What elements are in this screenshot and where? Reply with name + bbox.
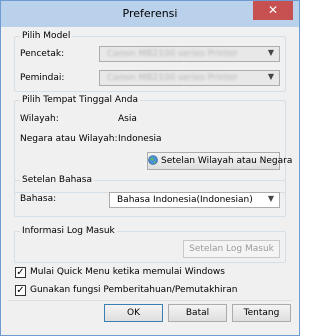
globe-icon	[148, 155, 158, 165]
cancel-button[interactable]: Batal	[168, 304, 227, 322]
notification-checkbox[interactable]: ✓	[15, 285, 26, 296]
quick-menu-checkbox[interactable]: ✓	[15, 267, 26, 278]
language-label: Bahasa:	[20, 194, 57, 204]
about-button[interactable]: Tentang	[232, 304, 291, 322]
login-group: Informasi Log Masuk Setelan Log Masuk	[14, 226, 286, 263]
region-label: Wilayah:	[20, 114, 59, 124]
preferences-dialog: Preferensi ✕ Pilih Model Pencetak: Canon…	[0, 0, 300, 336]
language-value: Bahasa Indonesia(Indonesian)	[117, 195, 253, 205]
language-group: Setelan Bahasa Bahasa: Bahasa Indonesia(…	[14, 175, 286, 217]
printer-select[interactable]: Canon MB2100 series Printer ▼	[99, 46, 280, 62]
region-settings-button[interactable]: Setelan Wilayah atau Negara	[147, 152, 292, 170]
model-group: Pilih Model Pencetak: Canon MB2100 serie…	[14, 31, 286, 92]
dialog-content: Pilih Model Pencetak: Canon MB2100 serie…	[8, 27, 292, 327]
country-label: Negara atau Wilayah:	[20, 134, 118, 144]
country-value: Indonesia	[118, 134, 162, 144]
dialog-footer: OK Batal Tentang	[8, 300, 292, 327]
login-settings-button[interactable]: Setelan Log Masuk	[183, 240, 280, 258]
language-group-title: Setelan Bahasa	[20, 175, 95, 185]
region-settings-label: Setelan Wilayah atau Negara	[161, 156, 293, 166]
title-bar[interactable]: Preferensi ✕	[1, 1, 299, 27]
language-select[interactable]: Bahasa Indonesia(Indonesian) ▼	[109, 192, 280, 208]
login-group-title: Informasi Log Masuk	[20, 226, 117, 236]
chevron-down-icon: ▼	[267, 194, 274, 203]
model-group-title: Pilih Model	[20, 31, 73, 41]
printer-label: Pencetak:	[20, 49, 65, 59]
ok-button[interactable]: OK	[104, 304, 163, 322]
region-value: Asia	[118, 114, 137, 124]
scanner-label: Pemindai:	[20, 73, 65, 83]
quick-menu-label[interactable]: Mulai Quick Menu ketika memulai Windows	[30, 267, 225, 277]
chevron-down-icon: ▼	[267, 72, 274, 81]
printer-value: Canon MB2100 series Printer	[107, 49, 238, 59]
scanner-select[interactable]: Canon MB2100 series Printer ▼	[99, 70, 280, 86]
scanner-value: Canon MB2100 series Printer	[107, 73, 238, 83]
close-button[interactable]: ✕	[253, 1, 293, 20]
notification-label[interactable]: Gunakan fungsi Pemberitahuan/Pemutakhira…	[30, 285, 237, 295]
chevron-down-icon: ▼	[267, 48, 274, 57]
residence-group-title: Pilih Tempat Tinggal Anda	[20, 95, 141, 105]
